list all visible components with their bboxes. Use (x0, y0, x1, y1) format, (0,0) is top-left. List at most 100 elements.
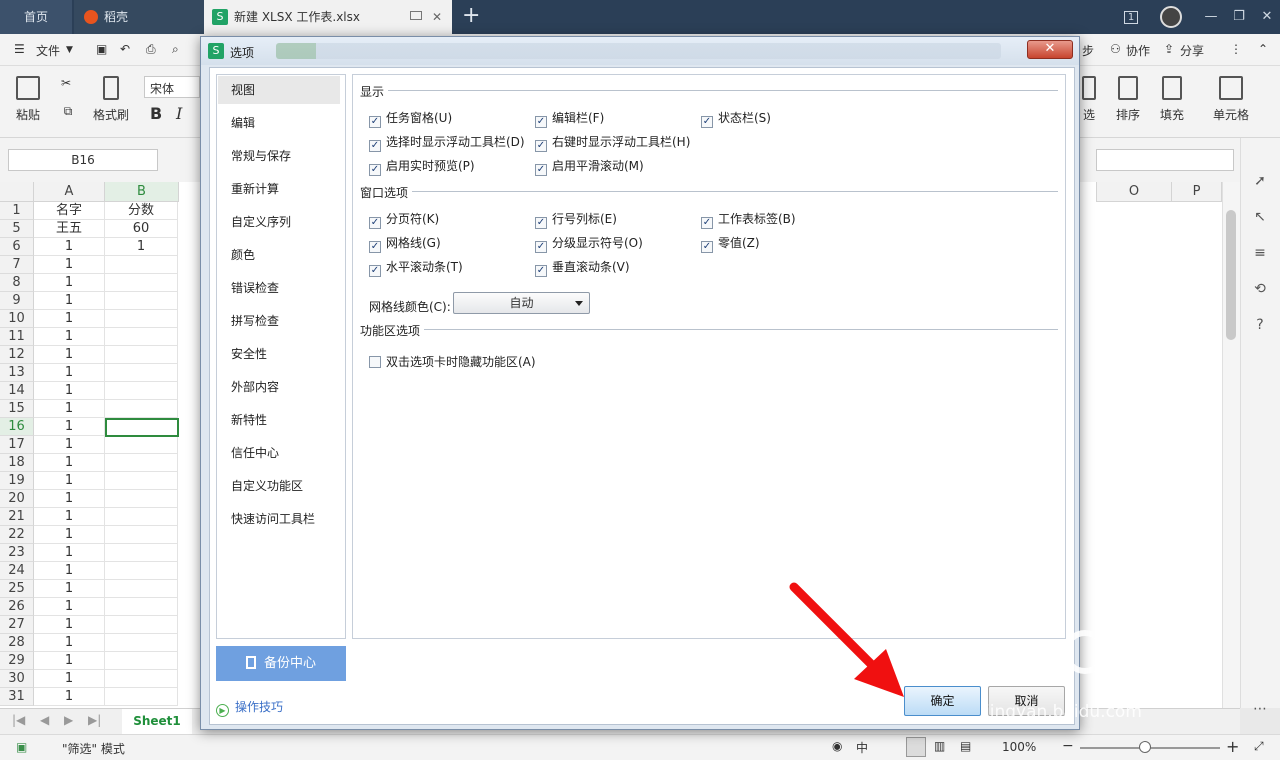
sync-label[interactable]: 步 (1082, 42, 1094, 59)
checkbox-checked-icon[interactable]: ✓ (535, 140, 547, 152)
hamburger-icon[interactable]: ☰ (14, 42, 25, 56)
font-name-input[interactable]: 宋体 (144, 76, 200, 98)
window-count-badge[interactable]: 1 (1116, 0, 1146, 34)
checkbox-option[interactable]: ✓ 行号列标(E) (535, 210, 617, 229)
zoom-slider-thumb[interactable] (1139, 741, 1151, 753)
scroll-thumb[interactable] (1226, 210, 1236, 340)
cell-b[interactable] (105, 364, 178, 382)
checkbox-checked-icon[interactable]: ✓ (701, 116, 713, 128)
row-header[interactable]: 20 (0, 490, 34, 508)
formula-input[interactable] (1096, 149, 1234, 171)
cell-b[interactable] (105, 310, 178, 328)
nav-item[interactable]: 错误检查 (218, 274, 340, 302)
row-header[interactable]: 25 (0, 580, 34, 598)
eye-icon[interactable]: ◉ (832, 739, 842, 753)
name-box[interactable]: B16 (8, 149, 158, 171)
cut-icon[interactable]: ✂ (56, 76, 76, 90)
cell-b[interactable] (105, 436, 178, 454)
cell-b[interactable] (105, 526, 178, 544)
cell-a[interactable]: 1 (34, 274, 105, 292)
first-sheet-icon[interactable]: |◀ (12, 713, 25, 727)
nav-item[interactable]: 自定义序列 (218, 208, 340, 236)
checkbox-option[interactable]: ✓ 状态栏(S) (701, 109, 771, 128)
checkbox-checked-icon[interactable]: ✓ (535, 265, 547, 277)
selected-cell-b16[interactable] (105, 418, 179, 437)
checkbox-checked-icon[interactable]: ✓ (369, 241, 381, 253)
zoom-level[interactable]: 100% (1002, 740, 1036, 754)
cell-b[interactable] (105, 544, 178, 562)
nav-item[interactable]: 安全性 (218, 340, 340, 368)
cell-a[interactable]: 1 (34, 490, 105, 508)
tips-link[interactable]: ▶ 操作技巧 (216, 698, 283, 717)
cell-b[interactable] (105, 472, 178, 490)
row-header[interactable]: 6 (0, 238, 34, 256)
undo-icon[interactable]: ↶ (120, 42, 130, 56)
cell-a[interactable]: 1 (34, 652, 105, 670)
cell-a[interactable]: 1 (34, 256, 105, 274)
last-sheet-icon[interactable]: ▶| (88, 713, 101, 727)
checkbox-option[interactable]: ✓ 水平滚动条(T) (369, 258, 463, 277)
cell-b[interactable]: 分数 (105, 202, 178, 220)
cell-b[interactable] (105, 508, 178, 526)
backup-icon[interactable]: ⟲ (1251, 280, 1269, 298)
fullscreen-icon[interactable]: ⤢ (1254, 739, 1264, 754)
checkbox-checked-icon[interactable]: ✓ (535, 217, 547, 229)
row-header[interactable]: 18 (0, 454, 34, 472)
cell-button[interactable]: 单元格 (1206, 76, 1256, 123)
row-header[interactable]: 9 (0, 292, 34, 310)
checkbox-option[interactable]: ✓ 零值(Z) (701, 234, 760, 253)
row-header[interactable]: 12 (0, 346, 34, 364)
checkbox-option[interactable]: ✓ 分级显示符号(O) (535, 234, 643, 253)
cell-a[interactable]: 1 (34, 418, 105, 436)
select-all-corner[interactable] (0, 182, 34, 202)
checkbox-checked-icon[interactable]: ✓ (535, 241, 547, 253)
next-sheet-icon[interactable]: ▶ (64, 713, 73, 727)
nav-item[interactable]: 视图 (218, 76, 340, 104)
gridline-color-select[interactable]: 自动 (453, 292, 590, 314)
cell-b[interactable] (105, 490, 178, 508)
cell-a[interactable]: 1 (34, 472, 105, 490)
cell-b[interactable] (105, 616, 178, 634)
row-header[interactable]: 1 (0, 202, 34, 220)
nav-item[interactable]: 快速访问工具栏 (218, 505, 340, 533)
column-header-o[interactable]: O (1096, 182, 1172, 202)
pointer-icon[interactable]: ↖ (1251, 208, 1269, 226)
nav-item[interactable]: 新特性 (218, 406, 340, 434)
cell-a[interactable]: 名字 (34, 202, 105, 220)
cell-a[interactable]: 1 (34, 382, 105, 400)
nav-item[interactable]: 拼写检查 (218, 307, 340, 335)
dialog-title-bar[interactable]: S 选项 ✕ (201, 37, 1079, 65)
nav-item[interactable]: 常规与保存 (218, 142, 340, 170)
cell-a[interactable]: 1 (34, 544, 105, 562)
checkbox-checked-icon[interactable]: ✓ (369, 140, 381, 152)
row-header[interactable]: 31 (0, 688, 34, 706)
share-button[interactable]: 分享 (1180, 42, 1204, 59)
cell-a[interactable]: 1 (34, 562, 105, 580)
tab-daoke[interactable]: 稻壳 (74, 0, 204, 34)
checkbox-option[interactable]: ✓ 启用实时预览(P) (369, 157, 475, 176)
cell-b[interactable] (105, 688, 178, 706)
cell-b[interactable] (105, 598, 178, 616)
checkbox-checked-icon[interactable]: ✓ (701, 217, 713, 229)
cell-a[interactable]: 1 (34, 670, 105, 688)
cell-a[interactable]: 1 (34, 454, 105, 472)
row-header[interactable]: 11 (0, 328, 34, 346)
normal-view-icon[interactable] (906, 737, 926, 757)
restore-button[interactable]: ❐ (1224, 0, 1254, 34)
sheet-tab-sheet1[interactable]: Sheet1 (122, 709, 192, 735)
cell-a[interactable]: 王五 (34, 220, 105, 238)
cell-b[interactable] (105, 256, 178, 274)
cell-a[interactable]: 1 (34, 310, 105, 328)
file-menu[interactable]: 文件 (36, 42, 60, 59)
row-header[interactable]: 26 (0, 598, 34, 616)
row-header[interactable]: 24 (0, 562, 34, 580)
nav-item[interactable]: 自定义功能区 (218, 472, 340, 500)
cell-b[interactable] (105, 400, 178, 418)
sort-button[interactable]: 排序 (1108, 76, 1148, 123)
print-icon[interactable]: ⎙ (146, 42, 156, 57)
row-header[interactable]: 10 (0, 310, 34, 328)
row-header[interactable]: 28 (0, 634, 34, 652)
row-header[interactable]: 22 (0, 526, 34, 544)
page-layout-icon[interactable]: ▥ (934, 739, 945, 753)
cell-b[interactable] (105, 454, 178, 472)
